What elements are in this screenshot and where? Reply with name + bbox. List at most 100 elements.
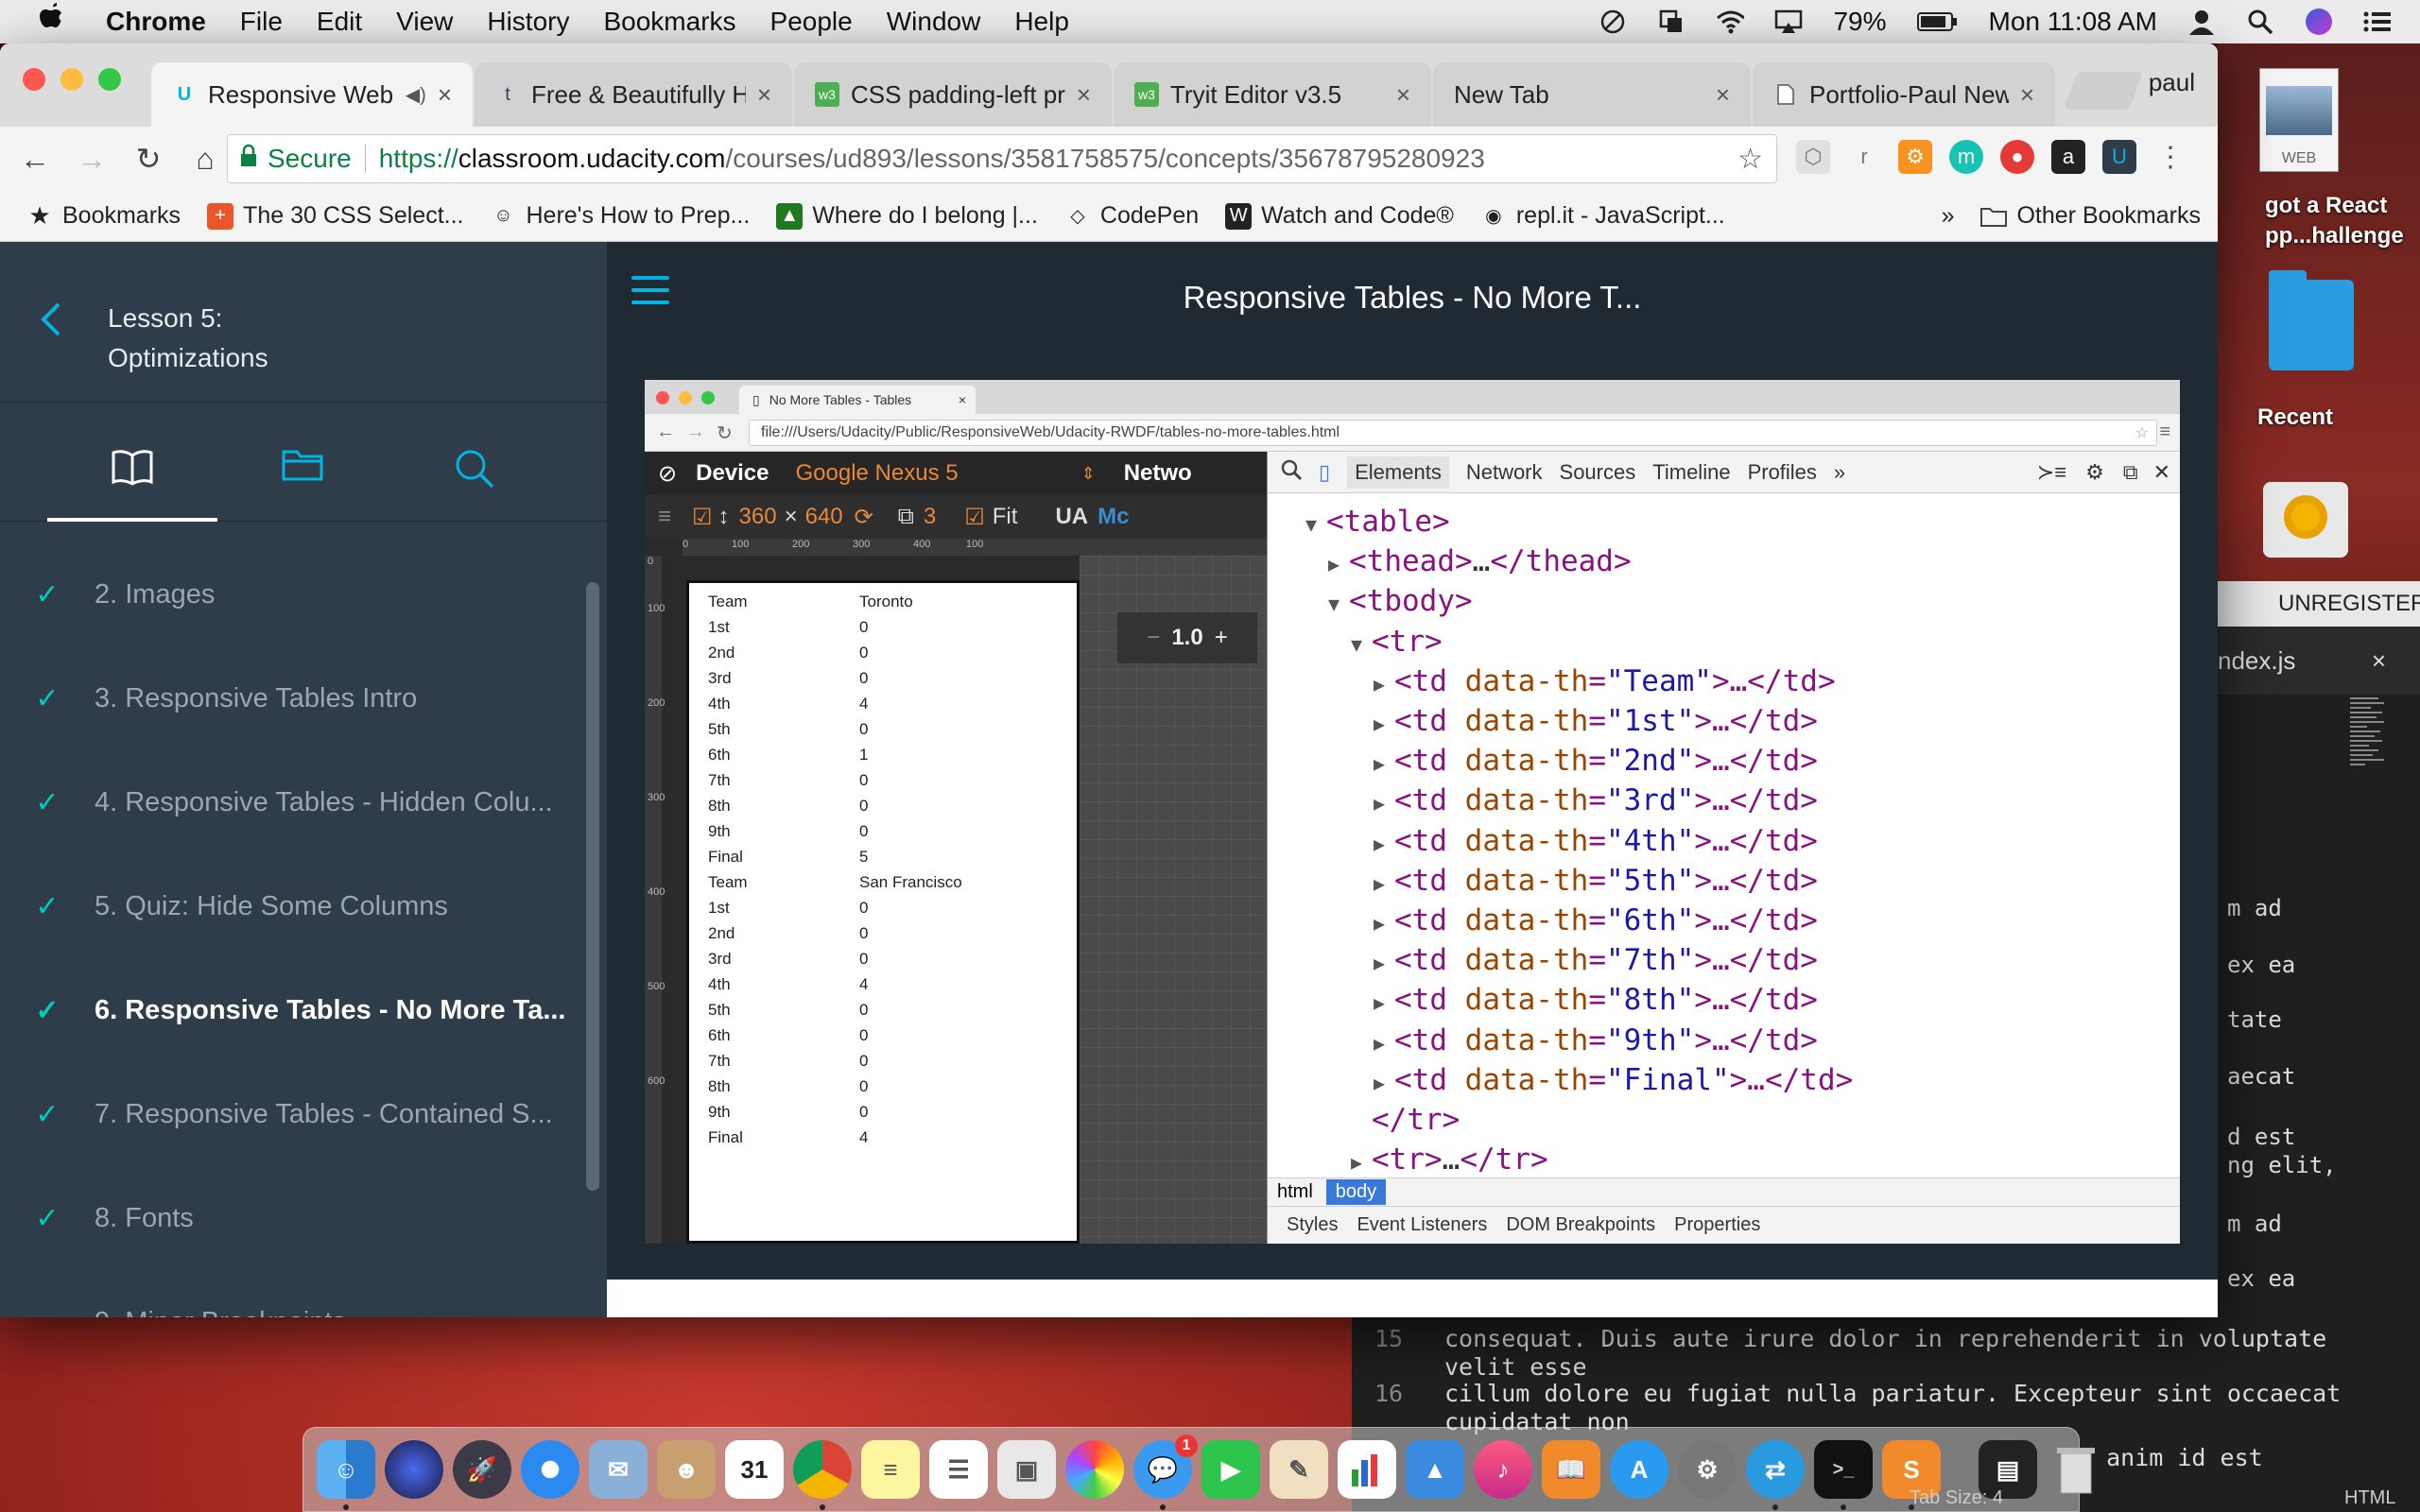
menu-app-name[interactable]: Chrome [106,7,206,37]
launchpad-icon[interactable]: 🚀 [453,1440,511,1499]
extension-r-icon[interactable]: r [1847,140,1881,174]
system-preferences-icon[interactable]: ⚙ [1678,1440,1737,1499]
tab-tryit-editor[interactable]: w3 Tryit Editor v3.5 × [1114,62,1431,127]
desktop-file-label-challenge[interactable]: pp...hallenge [2265,223,2404,249]
wifi-icon[interactable] [1716,8,1745,36]
sidebar-scrollbar[interactable] [586,582,599,1191]
close-tab-icon[interactable]: × [1396,80,1410,110]
tab-new-tab[interactable]: New Tab × [1433,62,1751,127]
menu-people[interactable]: People [770,7,853,37]
menu-help[interactable]: Help [1014,7,1069,37]
desktop-web-screenshot-icon[interactable]: WEB [2259,68,2339,172]
safari-icon[interactable] [521,1440,579,1499]
notes-icon[interactable]: ≡ [861,1440,920,1499]
ibooks-icon[interactable]: 📖 [1542,1440,1600,1499]
trash-icon[interactable] [2047,1440,2105,1499]
facetime-icon[interactable]: ▶ [1201,1440,1260,1499]
bookmark-star-icon[interactable]: ☆ [1737,143,1763,176]
close-icon[interactable]: × [2372,646,2386,676]
photos-icon[interactable] [1065,1440,1124,1499]
back-arrow-icon[interactable]: ← [15,139,55,179]
tab-portfolio[interactable]: Portfolio-Paul Newm × [1753,62,2055,127]
bookmark-item[interactable]: + The 30 CSS Select... [207,202,464,230]
teamviewer-icon[interactable]: ⇄ [1746,1440,1805,1510]
messages-icon[interactable]: 💬 1 [1133,1435,1198,1510]
user-icon[interactable] [2187,8,2216,36]
editor-code-area[interactable]: m ad ex ea tate aecat d est ng elit, m a… [2218,695,2420,1317]
address-bar[interactable]: Secure https:// classroom.udacity.com /c… [227,134,1777,183]
concept-item-images[interactable]: ✓ 2. Images [0,542,586,646]
tab-search[interactable] [389,431,560,522]
airplay-icon[interactable] [1774,8,1803,36]
new-tab-button[interactable] [2063,72,2144,110]
menu-window[interactable]: Window [887,7,981,37]
editor-file-tab[interactable]: ndex.js × [2218,627,2420,695]
tab-concepts[interactable] [47,431,217,522]
bookmark-item[interactable]: W Watch and Code® [1225,202,1454,230]
bookmark-item[interactable]: ◉ repl.it - JavaScript... [1480,202,1725,230]
pages-icon[interactable]: ✎ [1270,1440,1328,1499]
app-store-icon[interactable]: A [1610,1440,1668,1499]
forward-arrow-icon[interactable]: → [72,139,112,179]
concept-item-hidden-columns[interactable]: ✓ 4. Responsive Tables - Hidden Colu... [0,750,586,854]
back-chevron-icon[interactable] [38,299,64,351]
close-tab-icon[interactable]: × [1716,80,1730,110]
bookmark-item[interactable]: ▲ Where do I belong |... [776,202,1038,230]
menu-file[interactable]: File [240,7,283,37]
contacts-icon[interactable]: ☻ [657,1440,716,1499]
desktop-folder-icon[interactable] [2269,270,2354,370]
bookmarks-overflow-chevron[interactable]: » [1942,202,1955,230]
itunes-icon[interactable]: ♪ [1474,1440,1532,1499]
other-bookmarks[interactable]: Other Bookmarks [1980,202,2201,230]
terminal-icon[interactable]: >_ [1814,1440,1873,1510]
keynote-icon[interactable]: ▲ [1406,1440,1464,1499]
editor-minimap[interactable] [2350,697,2388,811]
tab-resources[interactable] [217,431,388,522]
concept-item-contained-scroll[interactable]: ✓ 7. Responsive Tables - Contained S... [0,1062,586,1166]
tab-css-padding[interactable]: w3 CSS padding-left pr × [794,62,1112,127]
concept-item-quiz-hide-columns[interactable]: ✓ 5. Quiz: Hide Some Columns [0,854,586,958]
mail-icon[interactable]: ✉ [589,1440,648,1499]
siri-icon[interactable] [2305,8,2333,36]
concept-item-no-more-tables[interactable]: ✓ 6. Responsive Tables - No More Ta... [0,958,586,1062]
close-tab-icon[interactable]: × [757,80,771,110]
menu-bookmarks[interactable]: Bookmarks [603,7,735,37]
desktop-chrome-app-icon[interactable] [2263,482,2348,558]
apple-menu-icon[interactable] [38,3,72,41]
lock-icon[interactable] [239,144,258,175]
desktop-file-label-react[interactable]: got a React [2265,193,2387,219]
close-tab-icon[interactable]: × [2020,80,2034,110]
reload-icon[interactable]: ↻ [129,139,168,179]
do-not-disturb-icon[interactable] [1599,8,1627,36]
close-window-button[interactable] [23,68,45,91]
close-tab-icon[interactable]: × [1077,80,1091,110]
spotlight-search-icon[interactable] [2246,8,2274,36]
menu-view[interactable]: View [396,7,453,37]
finder-icon[interactable]: ☺ [317,1440,375,1510]
minimize-window-button[interactable] [60,68,83,91]
home-icon[interactable]: ⌂ [185,139,225,179]
siri-icon[interactable] [385,1440,443,1499]
extension-amazon-icon[interactable]: a [2051,140,2085,174]
preview-icon[interactable]: ▣ [997,1440,1056,1499]
concept-item-tables-intro[interactable]: ✓ 3. Responsive Tables Intro [0,646,586,750]
concept-item-fonts[interactable]: ✓ 8. Fonts [0,1166,586,1270]
bookmark-item[interactable]: ☺ Here's How to Prep... [491,202,750,230]
battery-icon[interactable] [1916,8,1959,36]
chrome-menu-icon[interactable]: ⋮ [2153,140,2187,174]
calendar-icon[interactable]: 31 [725,1440,784,1499]
tab-free-beautifully[interactable]: t Free & Beautifully H × [475,62,792,127]
concept-item-minor-breakpoints[interactable]: ● 9. Minor Breakpoints [0,1270,586,1318]
menu-edit[interactable]: Edit [317,7,362,37]
bookmark-item[interactable]: ★ Bookmarks [26,201,181,230]
chrome-icon[interactable] [793,1440,852,1510]
zoom-window-button[interactable] [98,68,121,91]
menu-clock[interactable]: Mon 11:08 AM [1989,7,2157,37]
menu-history[interactable]: History [487,7,569,37]
notification-center-icon[interactable] [2363,8,2392,36]
desktop-folder-label-recent[interactable]: Recent [2257,404,2333,431]
extension-m-icon[interactable]: m [1949,140,1983,174]
speaker-icon[interactable]: ◀) [406,83,426,107]
reminders-icon[interactable]: ☰ [929,1440,988,1499]
profile-name[interactable]: paul [2149,68,2195,97]
